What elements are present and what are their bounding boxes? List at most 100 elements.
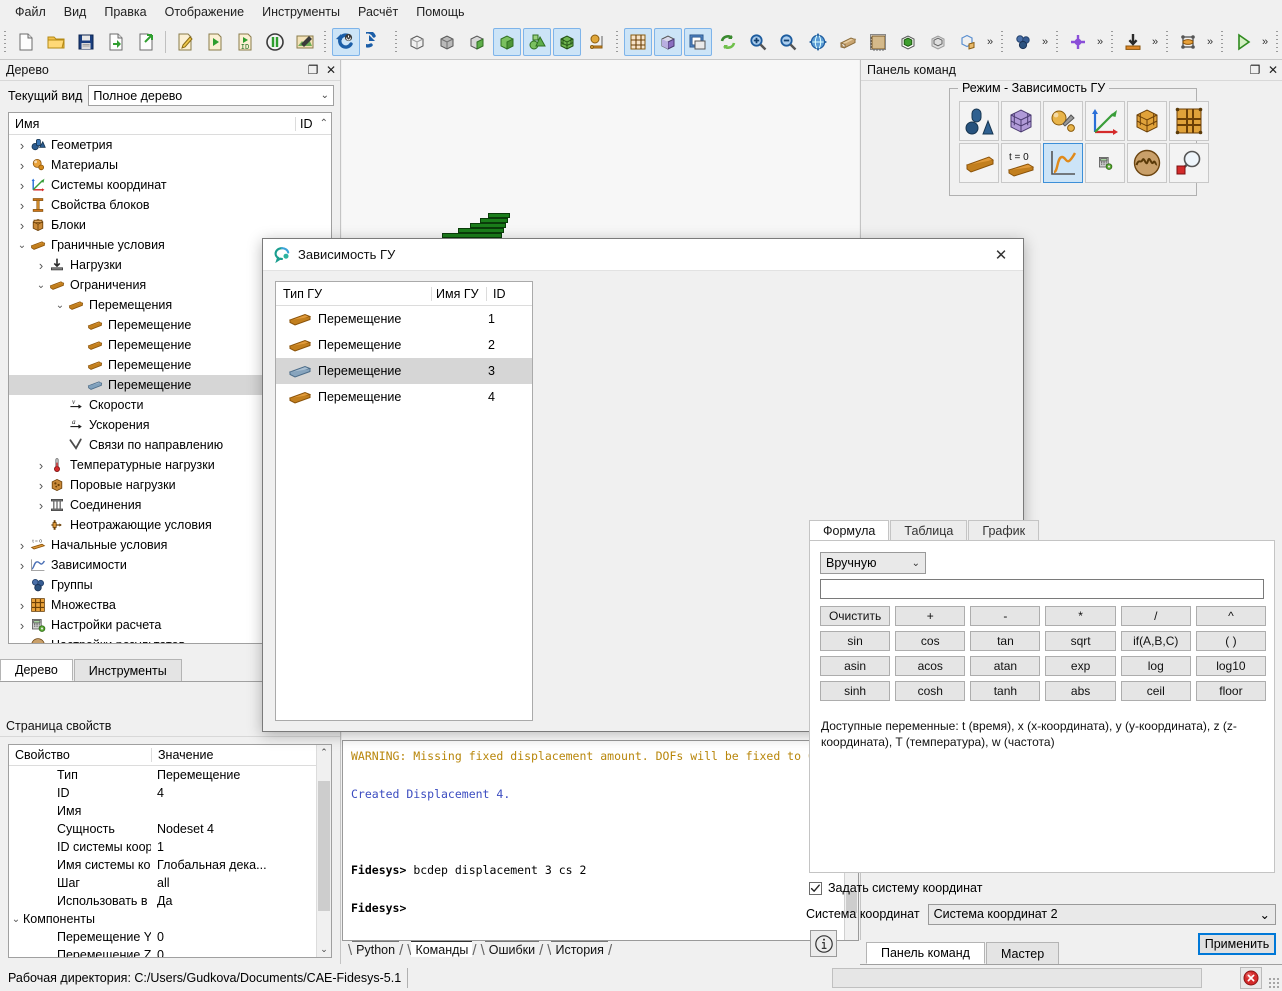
- toolbar-button-transparent-cube[interactable]: [924, 28, 952, 56]
- toolbar-button-window-layers[interactable]: [684, 27, 712, 56]
- toolbar-button-wireframe-cube[interactable]: [403, 28, 431, 56]
- formula-button-6[interactable]: sin: [820, 631, 891, 651]
- mode-button-dependency-curve[interactable]: [1043, 143, 1083, 183]
- formula-button-16[interactable]: log: [1120, 656, 1191, 676]
- tree-panel-close-button[interactable]: ✕: [322, 61, 340, 79]
- toolbar-button-open-folder[interactable]: [42, 28, 70, 56]
- toolbar-button-save-floppy[interactable]: [72, 28, 100, 56]
- formula-button-20[interactable]: tanh: [970, 681, 1041, 701]
- toolbar-button-zoom-in[interactable]: [744, 28, 772, 56]
- property-row-4[interactable]: ID системы координат 1: [9, 838, 331, 856]
- formula-button-14[interactable]: atan: [970, 656, 1041, 676]
- tree-item-4[interactable]: › Блоки: [9, 215, 331, 235]
- toolbar-grip-display-mode[interactable]: [393, 28, 400, 55]
- toolbar-button-smooth-shade-cube[interactable]: [493, 27, 521, 56]
- menu-item-0[interactable]: Файл: [6, 2, 55, 22]
- toolbar-grip-layout[interactable]: [614, 28, 621, 55]
- console-output[interactable]: WARNING: Missing fixed displacement amou…: [342, 740, 859, 941]
- formula-button-21[interactable]: abs: [1045, 681, 1116, 701]
- formula-button-2[interactable]: -: [970, 606, 1041, 626]
- chevron-right-icon[interactable]: ›: [34, 498, 48, 513]
- toolbar-button-grid-layout[interactable]: [624, 27, 652, 56]
- bc-list-row-0[interactable]: Перемещение 1: [276, 306, 532, 332]
- menu-item-2[interactable]: Правка: [95, 2, 155, 22]
- toolbar-button-export[interactable]: [132, 28, 160, 56]
- toolbar-grip-file[interactable]: [2, 28, 9, 55]
- mode-button-calc-settings[interactable]: [1085, 143, 1125, 183]
- mode-button-bc-plate[interactable]: [959, 143, 999, 183]
- chevron-right-icon[interactable]: ›: [34, 458, 48, 473]
- formula-button-3[interactable]: *: [1045, 606, 1116, 626]
- toolbar-button-purple-cube[interactable]: [654, 27, 682, 56]
- toolbar-overflow-group[interactable]: »: [1038, 28, 1052, 56]
- toolbar-grip-load[interactable]: [1109, 28, 1116, 55]
- set-coordinate-system-checkbox[interactable]: Задать систему координат: [809, 881, 982, 895]
- toolbar-overflow-run[interactable]: »: [1258, 28, 1272, 56]
- toolbar-button-refresh[interactable]: [714, 28, 742, 56]
- formula-button-11[interactable]: ( ): [1195, 631, 1266, 651]
- chevron-right-icon[interactable]: ›: [15, 538, 29, 553]
- resize-grip[interactable]: [1268, 977, 1280, 989]
- dialog-tab-график[interactable]: График: [968, 520, 1040, 540]
- command-dock-tab-мастер[interactable]: Мастер: [985, 942, 1060, 964]
- chevron-right-icon[interactable]: ›: [15, 138, 29, 153]
- chevron-right-icon[interactable]: ›: [15, 598, 29, 613]
- properties-table[interactable]: Свойство Значение Тип Перемещение ID 4 Имя Су…: [8, 744, 332, 958]
- menu-item-3[interactable]: Отображение: [156, 2, 253, 22]
- toolbar-button-beam[interactable]: [834, 28, 862, 56]
- formula-button-23[interactable]: floor: [1195, 681, 1266, 701]
- console-tab-история[interactable]: История: [551, 941, 608, 957]
- toolbar-overflow-view-ops[interactable]: »: [983, 28, 997, 56]
- mode-button-geometry-primitives[interactable]: [959, 101, 999, 141]
- toolbar-button-shaded-cube[interactable]: [463, 28, 491, 56]
- scroll-up-icon[interactable]: ⌃: [317, 745, 331, 760]
- mode-button-inspect-magnifier[interactable]: [1169, 143, 1209, 183]
- bc-list-row-3[interactable]: Перемещение 4: [276, 384, 532, 410]
- scroll-down-icon[interactable]: ⌄: [317, 942, 331, 957]
- menu-item-6[interactable]: Помощь: [407, 2, 473, 22]
- tree-dock-tab-инструменты[interactable]: Инструменты: [73, 659, 182, 681]
- tree-item-2[interactable]: › Системы координат: [9, 175, 331, 195]
- toolbar-button-journal-id[interactable]: ID: [231, 28, 259, 56]
- property-row-10[interactable]: Перемещение Z 0: [9, 946, 331, 957]
- chevron-right-icon[interactable]: ›: [15, 618, 29, 633]
- toolbar-grip-mesh-entity[interactable]: [1164, 28, 1171, 55]
- menu-item-1[interactable]: Вид: [55, 2, 96, 22]
- formula-button-17[interactable]: log10: [1195, 656, 1266, 676]
- formula-button-0[interactable]: Очистить: [820, 606, 891, 626]
- toolbar-button-rotate-globe[interactable]: [804, 28, 832, 56]
- command-panel-close-button[interactable]: ✕: [1264, 61, 1282, 79]
- formula-button-9[interactable]: sqrt: [1045, 631, 1116, 651]
- chevron-right-icon[interactable]: ›: [34, 478, 48, 493]
- property-row-1[interactable]: ID 4: [9, 784, 331, 802]
- chevron-right-icon[interactable]: ›: [15, 558, 29, 573]
- toolbar-button-edit-journal[interactable]: [171, 28, 199, 56]
- toolbar-button-reset[interactable]: [332, 27, 360, 56]
- toolbar-button-build-hammer[interactable]: [291, 28, 319, 56]
- property-row-9[interactable]: Перемещение Y 0: [9, 928, 331, 946]
- toolbar-button-import[interactable]: [102, 28, 130, 56]
- formula-button-1[interactable]: +: [895, 606, 966, 626]
- bc-list-row-2[interactable]: Перемещение 3: [276, 358, 532, 384]
- mode-button-block-cube-orange[interactable]: [1127, 101, 1167, 141]
- tree-view-combo[interactable]: Полное дерево ⌄: [88, 85, 334, 106]
- console-tab-ошибки[interactable]: Ошибки: [484, 941, 540, 957]
- toolbar-button-green-cube[interactable]: [894, 28, 922, 56]
- properties-scrollbar[interactable]: ⌃ ⌄: [316, 745, 331, 957]
- coordinate-system-combo[interactable]: Система координат 2 ⌄: [927, 903, 1276, 925]
- formula-button-19[interactable]: cosh: [895, 681, 966, 701]
- property-row-0[interactable]: Тип Перемещение: [9, 766, 331, 784]
- mode-button-initial-cond-t0[interactable]: t = 0: [1001, 143, 1041, 183]
- property-row-3[interactable]: Сущность Nodeset 4: [9, 820, 331, 838]
- bc-list-row-1[interactable]: Перемещение 2: [276, 332, 532, 358]
- toolbar-button-primitives[interactable]: [523, 27, 551, 56]
- tree-item-3[interactable]: › Свойства блоков: [9, 195, 331, 215]
- formula-button-22[interactable]: ceil: [1120, 681, 1191, 701]
- toolbar-grip-run[interactable]: [1219, 28, 1226, 55]
- info-button[interactable]: [810, 930, 837, 957]
- property-row-8[interactable]: ⌄ Компоненты: [9, 910, 331, 928]
- menu-item-5[interactable]: Расчёт: [349, 2, 407, 22]
- toolbar-overflow-load[interactable]: »: [1148, 28, 1162, 56]
- toolbar-grip-axis[interactable]: [1274, 28, 1281, 55]
- mode-button-result-wave[interactable]: [1127, 143, 1167, 183]
